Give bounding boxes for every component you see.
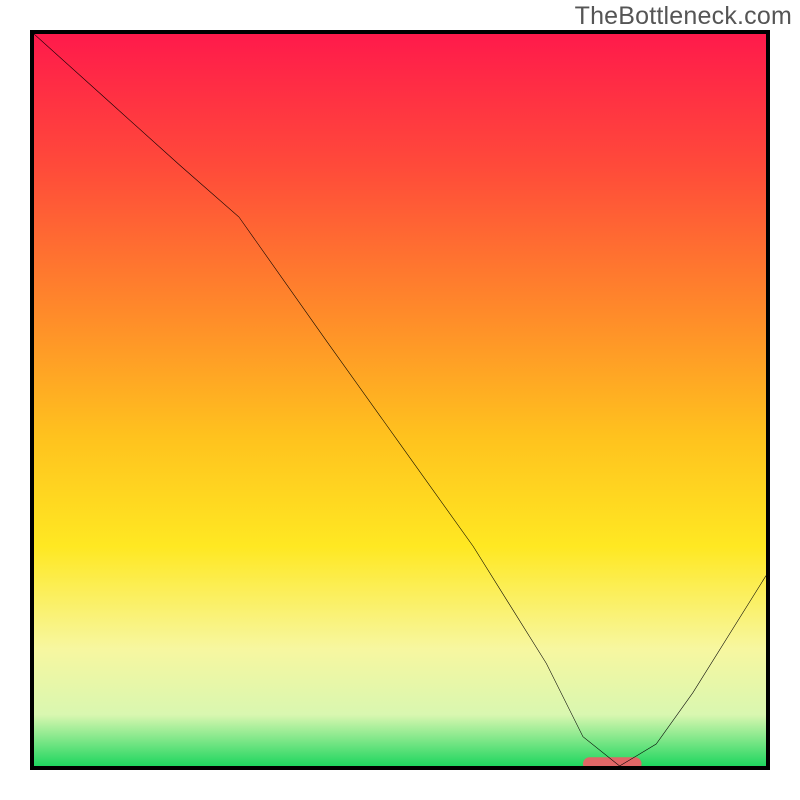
heatmap-background	[34, 34, 766, 766]
chart-svg	[34, 34, 766, 766]
optimal-region-marker	[583, 757, 642, 766]
plot-frame	[30, 30, 770, 770]
watermark-text: TheBottleneck.com	[575, 2, 792, 31]
chart-container: TheBottleneck.com	[0, 0, 800, 800]
